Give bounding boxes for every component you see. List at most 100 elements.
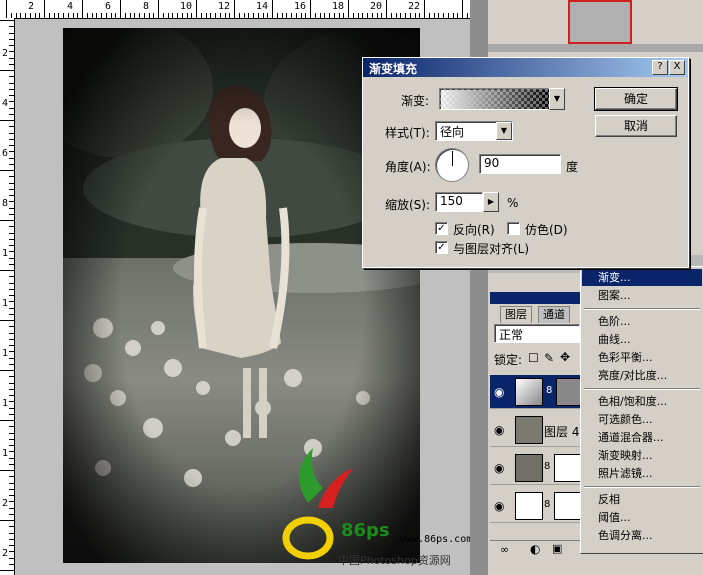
menu-item-gradient[interactable]: 渐变... [582, 269, 702, 286]
ruler-tick [0, 220, 14, 221]
link-icon[interactable]: 8 [544, 499, 550, 510]
top-ruler[interactable]: 2 4 6 8 10 12 14 16 18 20 22 [0, 0, 470, 19]
menu-item-hue-saturation[interactable]: 色相/饱和度... [582, 393, 702, 410]
menu-item-color-balance[interactable]: 色彩平衡... [582, 349, 702, 366]
ruler-tick [200, 13, 202, 18]
ruler-tick [9, 401, 14, 403]
close-button[interactable]: X [669, 60, 685, 75]
menu-item-photo-filter[interactable]: 照片滤镜... [582, 465, 702, 482]
menu-item-threshold[interactable]: 阈值... [582, 509, 702, 526]
ruler-tick [53, 13, 55, 18]
left-ruler[interactable]: 2 4 6 8 1 1 1 1 1 2 2 [0, 18, 15, 575]
blend-mode-select[interactable]: 正常 [494, 324, 580, 343]
navigator-thumbnail[interactable] [568, 0, 632, 44]
ruler-tick [29, 13, 31, 18]
tab-channels[interactable]: 通道 [538, 306, 570, 323]
ruler-tick [234, 0, 235, 18]
ruler-tick [219, 13, 221, 18]
ruler-tick [428, 13, 430, 18]
ruler-number: 4 [67, 1, 74, 12]
ruler-tick [0, 170, 14, 171]
link-icon[interactable]: 8 [544, 461, 550, 472]
menu-item-invert[interactable]: 反相 [582, 491, 702, 508]
link-icon[interactable]: 8 [546, 385, 552, 396]
eye-icon[interactable]: ◉ [494, 423, 504, 437]
ruler-tick [419, 13, 421, 18]
scale-slider-arrow[interactable]: ▶ [483, 192, 499, 212]
ruler-number: 16 [294, 1, 307, 12]
ruler-tick [39, 13, 41, 18]
ruler-tick [291, 13, 292, 18]
lock-move-icon[interactable]: ✥ [560, 350, 570, 364]
menu-item-posterize[interactable]: 色调分离... [582, 527, 702, 544]
gradient-preview[interactable] [439, 88, 550, 110]
ruler-tick [9, 276, 14, 278]
menu-item-curves[interactable]: 曲线... [582, 331, 702, 348]
ruler-number: 2 [2, 548, 9, 559]
ruler-tick [395, 13, 397, 18]
ruler-tick [357, 13, 359, 18]
navigator-zoom-bar[interactable] [488, 44, 703, 52]
ruler-tick [9, 532, 14, 534]
curves-thumbnail [515, 492, 543, 520]
angle-input[interactable]: 90 [479, 154, 561, 174]
eye-icon[interactable]: ◉ [494, 461, 504, 475]
ruler-tick [9, 157, 14, 159]
ruler-tick [67, 13, 69, 18]
lock-transparency-icon[interactable]: ☐ [528, 351, 539, 365]
ruler-tick [9, 338, 14, 340]
layer-mask-icon[interactable]: ▣ [552, 542, 562, 555]
ruler-tick [310, 0, 311, 18]
angle-dial[interactable] [435, 148, 469, 182]
tab-layers[interactable]: 图层 [500, 306, 532, 323]
ruler-tick [0, 20, 14, 21]
lock-brush-icon[interactable]: ✎ [544, 351, 554, 365]
ruler-tick [115, 13, 117, 18]
eye-icon[interactable]: ◉ [494, 385, 504, 399]
eye-icon[interactable]: ◉ [494, 499, 504, 513]
scale-input[interactable]: 150 [435, 192, 483, 212]
menu-item-brightness-contrast[interactable]: 亮度/对比度... [582, 367, 702, 384]
scale-unit: % [507, 196, 519, 210]
link-layers-icon[interactable]: ∞ [500, 543, 509, 556]
dither-checkbox[interactable] [507, 222, 520, 235]
style-dropdown-arrow[interactable]: ▼ [496, 122, 512, 140]
menu-item-channel-mixer[interactable]: 通道混合器... [582, 429, 702, 446]
ruler-tick [9, 263, 14, 265]
ruler-tick [9, 76, 14, 78]
gradient-dropdown-arrow[interactable]: ▼ [549, 88, 565, 110]
layer-row-adjustment[interactable]: ◉ 8 [490, 451, 582, 485]
menu-item-gradient-map[interactable]: 渐变映射... [582, 447, 702, 464]
mask-thumbnail [554, 454, 582, 482]
adjustment-layer-icon[interactable]: ◐ [530, 542, 540, 556]
cancel-button[interactable]: 取消 [595, 115, 677, 137]
align-layer-checkbox[interactable]: ✓ [435, 241, 448, 254]
ruler-tick [0, 570, 14, 571]
ruler-tick [124, 13, 126, 18]
ruler-tick [9, 382, 14, 384]
ruler-tick [386, 0, 387, 18]
layer-row-gradient-fill[interactable]: ◉ 8 [490, 375, 584, 409]
menu-item-pattern[interactable]: 图案... [582, 287, 702, 304]
help-button[interactable]: ? [652, 60, 668, 75]
ruler-tick [105, 13, 107, 18]
ok-button[interactable]: 确定 [594, 87, 678, 111]
ruler-tick [257, 13, 259, 18]
ruler-tick [9, 232, 14, 234]
layer-row-layer4[interactable]: ◉ 图层 4 [490, 413, 580, 447]
gradient-thumbnail [515, 378, 543, 406]
ruler-tick [9, 126, 14, 128]
layer-row-curves[interactable]: ◉ 8 [490, 489, 582, 523]
blend-mode-value: 正常 [499, 328, 524, 342]
ruler-tick [86, 13, 88, 18]
reverse-checkbox[interactable]: ✓ [435, 222, 448, 235]
ruler-tick [319, 13, 321, 18]
ruler-tick [25, 13, 26, 18]
angle-label: 角度(A): [385, 160, 431, 174]
menu-item-selective-color[interactable]: 可选颜色... [582, 411, 702, 428]
menu-item-levels[interactable]: 色阶... [582, 313, 702, 330]
ruler-tick [91, 13, 93, 18]
dialog-titlebar[interactable]: 渐变填充 ? X [363, 58, 688, 77]
ruler-tick [9, 563, 14, 565]
ruler-tick [272, 0, 273, 18]
